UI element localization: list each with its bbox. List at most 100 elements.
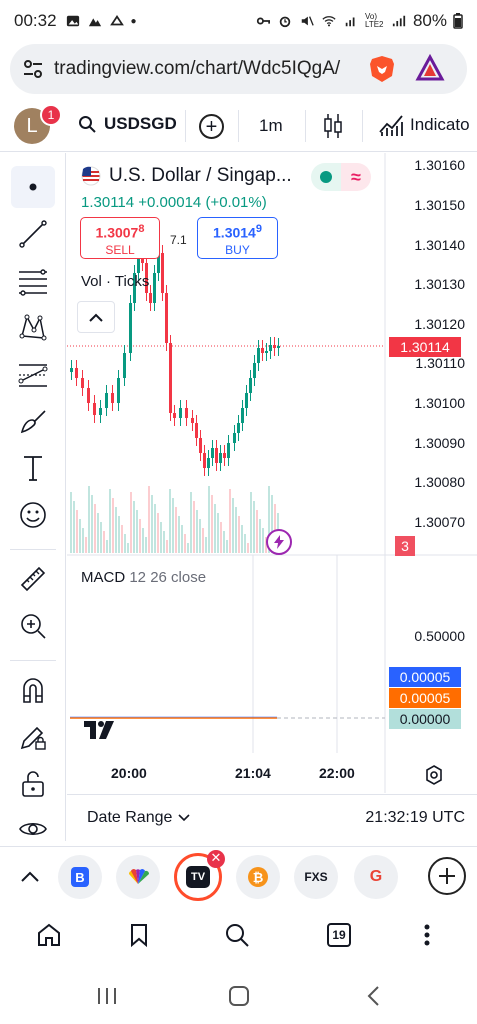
trend-line-tool[interactable]	[11, 213, 55, 255]
indicators-icon	[379, 115, 403, 136]
volume-legend[interactable]: Vol · Ticks	[81, 273, 149, 290]
sell-label: SELL	[105, 242, 135, 257]
legend-title[interactable]: U.S. Dollar / Singap...	[81, 165, 292, 187]
indicators-button[interactable]: Indicato	[378, 112, 470, 138]
chart-area[interactable]: U.S. Dollar / Singap... ≈ 1.30114 +0.000…	[67, 153, 477, 793]
buy-label: BUY	[225, 242, 250, 257]
brave-rewards-icon[interactable]	[415, 54, 445, 84]
collapse-legend-button[interactable]	[77, 301, 115, 333]
measure-tool[interactable]	[11, 558, 55, 600]
new-tab-button[interactable]	[428, 857, 466, 895]
tab-google[interactable]: G	[354, 855, 398, 899]
url-bar[interactable]: tradingview.com/chart/Wdc5IQgA/	[10, 44, 467, 94]
mountain-icon	[88, 18, 101, 27]
lock-tool[interactable]	[11, 763, 55, 805]
home-button[interactable]	[34, 920, 64, 950]
signal-r-icon	[345, 17, 355, 27]
expand-tabs-icon[interactable]	[20, 869, 40, 883]
price-tick: 1.30140	[414, 237, 465, 253]
recents-icon[interactable]	[96, 986, 118, 1006]
wifi-icon	[322, 16, 336, 27]
volume-bar	[250, 492, 252, 553]
magnet-tool[interactable]	[11, 669, 55, 711]
browser-tab-strip: B TV ✕ ₿ FXS G	[0, 846, 477, 906]
back-icon[interactable]	[366, 985, 380, 1007]
volume-bar	[163, 531, 165, 553]
drawing-toolbar	[0, 153, 66, 841]
bookmarks-button[interactable]	[124, 920, 154, 950]
utc-clock[interactable]: 21:32:19 UTC	[365, 809, 465, 827]
volume-bar	[178, 516, 180, 553]
tab-b[interactable]: B	[58, 855, 102, 899]
us-flag-icon	[81, 166, 101, 186]
spread-value: 7.1	[170, 233, 187, 247]
menu-button[interactable]	[412, 920, 442, 950]
signal-tag: 0.00005	[389, 688, 461, 708]
tab-fxs[interactable]: FXS	[294, 855, 338, 899]
volume-bar	[217, 513, 219, 553]
macd-legend[interactable]: MACD 12 26 close	[81, 569, 206, 586]
peacock-icon	[128, 869, 150, 884]
buy-button[interactable]: 1.30149 BUY	[197, 217, 278, 259]
brush-tool[interactable]	[11, 400, 55, 442]
candle-body	[153, 273, 156, 303]
search-button[interactable]	[222, 920, 252, 950]
symbol-search[interactable]: USDSGD	[78, 114, 177, 134]
tab-tradingview[interactable]: TV ✕	[174, 850, 225, 901]
home-icon	[38, 923, 60, 946]
candles-icon[interactable]	[322, 112, 344, 140]
zoom-tool[interactable]	[11, 605, 55, 647]
forecast-tool[interactable]	[11, 353, 55, 395]
tab-nbc[interactable]	[116, 855, 160, 899]
cursor-tool[interactable]	[11, 166, 55, 208]
volume-bar	[229, 489, 231, 553]
market-status[interactable]: ≈	[311, 163, 371, 191]
home-system-icon[interactable]	[228, 985, 250, 1007]
candle-body	[265, 351, 268, 353]
macd-params: 12 26 close	[129, 569, 207, 586]
date-range-button[interactable]: Date Range	[87, 809, 190, 827]
chart-settings-icon[interactable]	[423, 764, 445, 786]
compare-add-button[interactable]: +	[199, 114, 224, 139]
time-tick: 20:00	[111, 765, 147, 781]
text-tool[interactable]	[11, 447, 55, 489]
kebab-menu-icon	[424, 924, 430, 946]
volume-bar	[244, 534, 246, 553]
visibility-tool[interactable]	[11, 808, 55, 850]
magnet-icon	[23, 678, 43, 703]
candle-body	[93, 403, 96, 415]
candle-body	[75, 368, 78, 378]
lightning-button[interactable]	[266, 529, 292, 555]
buy-price: 1.30149	[213, 223, 262, 241]
b-icon: B	[71, 867, 89, 887]
close-tab-icon[interactable]: ✕	[207, 850, 225, 868]
volume-bar	[175, 507, 177, 553]
sell-button[interactable]: 1.30078 SELL	[80, 217, 160, 259]
price-tick: 1.30080	[414, 474, 465, 490]
ruler-icon	[20, 566, 46, 592]
volume-bar	[115, 507, 117, 553]
pattern-tool[interactable]	[11, 306, 55, 348]
lock-drawings-tool[interactable]	[11, 716, 55, 758]
macd-tick: 0.50000	[414, 628, 465, 644]
notification-badge: 1	[40, 104, 62, 126]
url-text[interactable]: tradingview.com/chart/Wdc5IQgA/	[54, 58, 359, 80]
candle-body	[117, 378, 120, 403]
candle-body	[227, 443, 230, 458]
volume-bar	[127, 543, 129, 553]
brave-shields-icon[interactable]	[367, 54, 397, 84]
tabs-button[interactable]: 19	[324, 920, 354, 950]
interval-button[interactable]: 1m	[259, 116, 283, 136]
divider	[238, 110, 239, 142]
pencil-lock-icon	[20, 726, 46, 750]
tab-bitcoin[interactable]: ₿	[236, 855, 280, 899]
site-settings-icon[interactable]	[22, 58, 44, 80]
candle-body	[241, 408, 244, 423]
lightning-icon	[274, 535, 284, 549]
candle-body	[70, 368, 73, 372]
emoji-tool[interactable]	[11, 494, 55, 536]
fib-tool[interactable]	[11, 260, 55, 302]
volume-bar	[130, 492, 132, 553]
candle-body	[203, 453, 206, 468]
volume-bar	[196, 510, 198, 553]
